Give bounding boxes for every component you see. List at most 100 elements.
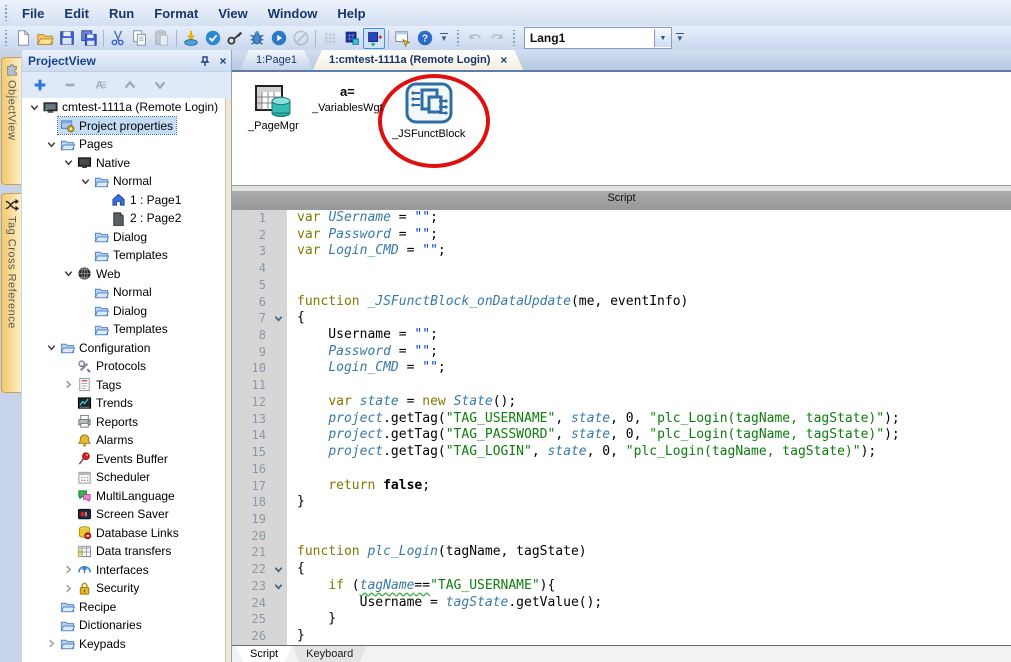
chevron-right-icon[interactable] <box>62 378 75 391</box>
tree-item-normal[interactable]: Normal <box>22 283 226 302</box>
validate-button[interactable] <box>202 28 224 49</box>
code-line[interactable]: 20 <box>232 528 1011 545</box>
tree-item-events-buffer[interactable]: Events Buffer <box>22 450 226 469</box>
chevron-right-icon[interactable] <box>45 637 58 650</box>
side-tab-objectview[interactable]: ObjectView <box>1 57 21 185</box>
tree-item-1-page1[interactable]: 1 : Page1 <box>22 191 226 210</box>
open-button[interactable] <box>34 28 56 49</box>
code-line[interactable]: 23 if (tagName=="TAG_USERNAME"){ <box>232 578 1011 595</box>
tree-item-screen-saver[interactable]: Screen Saver <box>22 505 226 524</box>
chevron-down-icon[interactable] <box>62 156 75 169</box>
menu-file[interactable]: File <box>12 3 54 24</box>
tree-item-cmtest-1111a-remote-login-[interactable]: cmtest-1111a (Remote Login) <box>22 98 226 117</box>
code-line[interactable]: 8 Username = ""; <box>232 327 1011 344</box>
tree-item-trends[interactable]: Trends <box>22 394 226 413</box>
fold-marker-icon[interactable] <box>269 578 287 595</box>
tree-item-configuration[interactable]: Configuration <box>22 339 226 358</box>
code-line[interactable]: 15 project.getTag("TAG_LOGIN", state, 0,… <box>232 444 1011 461</box>
tree-item-project-properties[interactable]: Project properties <box>22 117 226 136</box>
code-line[interactable]: 6function _JSFunctBlock_onDataUpdate(me,… <box>232 294 1011 311</box>
chevron-right-icon[interactable] <box>62 563 75 576</box>
language-selector[interactable]: Lang1▼ <box>524 27 672 49</box>
tree-item-tags[interactable]: Tags <box>22 376 226 395</box>
snap-object-button[interactable] <box>363 28 385 49</box>
widget-jsfunctblock[interactable]: _JSFunctBlock <box>392 80 465 140</box>
code-line[interactable]: 12 var state = new State(); <box>232 394 1011 411</box>
properties-button[interactable] <box>392 28 414 49</box>
menu-window[interactable]: Window <box>258 3 328 24</box>
menu-format[interactable]: Format <box>144 3 208 24</box>
tree-item-database-links[interactable]: Database Links <box>22 524 226 543</box>
run-button[interactable] <box>268 28 290 49</box>
tree-item-reports[interactable]: Reports <box>22 413 226 432</box>
tree-item-native[interactable]: Native <box>22 154 226 173</box>
menu-run[interactable]: Run <box>99 3 144 24</box>
chevron-down-icon[interactable] <box>79 175 92 188</box>
add-icon[interactable] <box>32 77 48 93</box>
code-line[interactable]: 26} <box>232 628 1011 645</box>
widget-pagemgr[interactable]: _PageMgr <box>248 84 299 132</box>
close-icon[interactable]: × <box>500 53 507 67</box>
code-line[interactable]: 21function plc_Login(tagName, tagState) <box>232 544 1011 561</box>
editor-tab-1-cmtest-1111a-remote-login-[interactable]: 1:cmtest-1111a (Remote Login)× <box>313 50 523 70</box>
code-line[interactable]: 2var Password = ""; <box>232 227 1011 244</box>
menu-help[interactable]: Help <box>327 3 375 24</box>
tree-item-protocols[interactable]: Protocols <box>22 357 226 376</box>
tree-item-data-transfers[interactable]: Data transfers <box>22 542 226 561</box>
code-line[interactable]: 7{ <box>232 310 1011 327</box>
bottom-tab-keyboard[interactable]: Keyboard <box>292 646 367 662</box>
side-tab-tag-cross-reference[interactable]: Tag Cross Reference <box>1 193 21 393</box>
new-button[interactable] <box>12 28 34 49</box>
tree-item-dialog[interactable]: Dialog <box>22 228 226 247</box>
toolbar-overflow-icon[interactable]: ▼ <box>440 33 448 43</box>
pin-icon[interactable] <box>199 55 215 67</box>
tree-item-dialog[interactable]: Dialog <box>22 302 226 321</box>
tree-item-web[interactable]: Web <box>22 265 226 284</box>
code-line[interactable]: 22{ <box>232 561 1011 578</box>
tree-item-alarms[interactable]: Alarms <box>22 431 226 450</box>
code-line[interactable]: 11 <box>232 377 1011 394</box>
project-tree-scrollbar[interactable] <box>225 98 231 662</box>
chevron-right-icon[interactable] <box>62 582 75 595</box>
copy-button[interactable] <box>129 28 151 49</box>
fold-marker-icon[interactable] <box>269 310 287 327</box>
code-line[interactable]: 25 } <box>232 611 1011 628</box>
attach-button[interactable] <box>224 28 246 49</box>
tree-item-interfaces[interactable]: Interfaces <box>22 561 226 580</box>
cut-button[interactable] <box>107 28 129 49</box>
tree-item-dictionaries[interactable]: Dictionaries <box>22 616 226 635</box>
tree-item-scheduler[interactable]: Scheduler <box>22 468 226 487</box>
snap-grid-button[interactable] <box>341 28 363 49</box>
chevron-down-icon[interactable] <box>45 138 58 151</box>
code-line[interactable]: 10 Login_CMD = ""; <box>232 360 1011 377</box>
chevron-down-icon[interactable] <box>62 267 75 280</box>
menu-edit[interactable]: Edit <box>54 3 99 24</box>
widget-variableswgt[interactable]: a=_VariablesWgt <box>312 84 383 114</box>
save-button[interactable] <box>56 28 78 49</box>
code-line[interactable]: 16 <box>232 461 1011 478</box>
code-line[interactable]: 14 project.getTag("TAG_PASSWORD", state,… <box>232 427 1011 444</box>
code-line[interactable]: 24 Username = tagState.getValue(); <box>232 595 1011 612</box>
tree-item-2-page2[interactable]: 2 : Page2 <box>22 209 226 228</box>
code-line[interactable]: 19 <box>232 511 1011 528</box>
tree-item-recipe[interactable]: Recipe <box>22 598 226 617</box>
script-code-editor[interactable]: 1var USername = "";2var Password = "";3v… <box>232 210 1011 645</box>
close-icon[interactable]: × <box>215 54 231 68</box>
code-line[interactable]: 18} <box>232 494 1011 511</box>
help-button[interactable]: ? <box>414 28 436 49</box>
save-all-button[interactable] <box>78 28 100 49</box>
code-line[interactable]: 9 Password = ""; <box>232 344 1011 361</box>
code-line[interactable]: 17 return false; <box>232 478 1011 495</box>
fold-marker-icon[interactable] <box>269 561 287 578</box>
code-line[interactable]: 4 <box>232 260 1011 277</box>
tree-item-normal[interactable]: Normal <box>22 172 226 191</box>
code-line[interactable]: 3var Login_CMD = ""; <box>232 243 1011 260</box>
editor-tab-1-page1[interactable]: 1:Page1 <box>240 50 313 70</box>
toolbar-overflow-icon[interactable]: ▼ <box>676 33 684 43</box>
tree-item-pages[interactable]: Pages <box>22 135 226 154</box>
chevron-down-icon[interactable]: ▼ <box>654 29 671 47</box>
tree-item-keypads[interactable]: Keypads <box>22 635 226 654</box>
tree-item-templates[interactable]: Templates <box>22 246 226 265</box>
debug-button[interactable] <box>246 28 268 49</box>
tree-item-templates[interactable]: Templates <box>22 320 226 339</box>
